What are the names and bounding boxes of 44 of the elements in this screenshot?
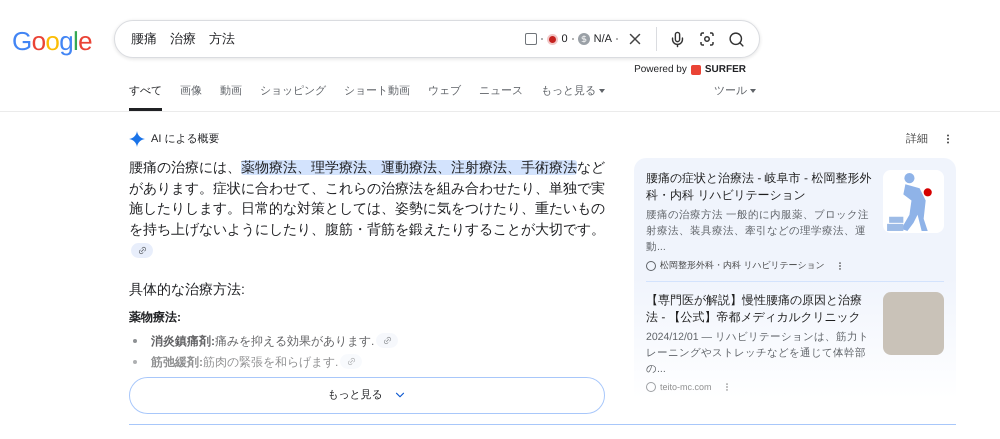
source-site: 松岡整形外科・内科 リハビリテーション xyxy=(660,259,825,272)
source-snippet: 腰痛の治療方法 一般的に内服薬、ブロック注射療法、装具療法、牽引などの理学療法、運動... xyxy=(646,208,870,255)
site-favicon-icon xyxy=(646,260,656,271)
search-tab[interactable]: 動画 xyxy=(220,82,242,111)
source-title[interactable]: 【専門医が解説】慢性腰痛の原因と治療法 - 【公式】帝都メディカルクリニック xyxy=(646,292,873,326)
source-site: teito-mc.com xyxy=(660,380,712,394)
surfer-brand: SURFER xyxy=(704,63,746,77)
link-chip[interactable] xyxy=(131,242,153,258)
back-pain-illustration xyxy=(883,170,944,233)
source-snippet: 2024/12/01 — リハビリテーションは、筋力トレーニングやストレッチなどを通じて体幹部の... xyxy=(646,330,870,376)
google-logo[interactable]: Google xyxy=(12,28,114,54)
price-text: N/A xyxy=(594,32,612,47)
show-more-button[interactable]: もっと見る xyxy=(129,376,605,414)
search-query: 腰痛 治療 方法 xyxy=(131,30,236,48)
search-tab[interactable]: ショート動画 xyxy=(344,82,410,111)
caret-icon xyxy=(750,88,756,93)
search-tab[interactable]: 画像 xyxy=(180,82,202,111)
bullet-text: 筋弛緩剤:筋肉の緊張を和らげます. xyxy=(151,354,338,370)
camera-icon[interactable] xyxy=(698,30,716,48)
count-text: 0 xyxy=(562,32,568,47)
details-link[interactable]: 詳細 xyxy=(906,130,928,148)
photo-placeholder xyxy=(883,292,944,354)
ai-overview-title: AI による概要 xyxy=(151,132,220,147)
dollar-icon xyxy=(578,33,590,45)
surfer-logo-icon xyxy=(690,64,701,74)
search-field[interactable]: 腰痛 治療 方法 0 N/A xyxy=(114,20,760,58)
caret-icon xyxy=(599,88,605,93)
extension-checkbox[interactable] xyxy=(524,33,537,45)
mic-icon[interactable] xyxy=(669,30,686,48)
summary-paragraph: 腰痛の治療には、薬物療法、理学療法、運動療法、注射療法、手術療法などがあります。症状に合わせて、これらの治療法を組み合わせたり、単独で実施したりします。日常的な対策としては、姿勢に気をつけたり、重たいものを持ち上げないようにしたり、腹筋・背筋を鍛えたりすることが大切です。 xyxy=(129,158,605,260)
site-favicon-icon xyxy=(646,382,656,392)
search-tab[interactable]: ウェブ xyxy=(428,82,461,111)
search-tab[interactable]: もっと見る xyxy=(541,82,605,111)
sparkle-icon xyxy=(129,131,145,147)
bullet-text: 消炎鎮痛剤:痛みを抑える効果があります. xyxy=(151,332,374,350)
search-icon[interactable] xyxy=(728,30,745,48)
section-heading: 具体的な治療方法: xyxy=(129,280,246,298)
search-tab[interactable]: ニュース xyxy=(479,82,523,111)
powered-by-text: Powered by xyxy=(634,63,687,77)
section-subheading: 薬物療法: xyxy=(129,308,182,326)
tools-tab[interactable]: ツール xyxy=(714,82,756,111)
search-tab[interactable]: ショッピング xyxy=(260,82,326,111)
link-chip[interactable] xyxy=(376,333,398,348)
source-title[interactable]: 腰痛の症状と治療法 - 岐阜市 - 松岡整形外科・内科 リハビリテーション xyxy=(646,170,873,204)
